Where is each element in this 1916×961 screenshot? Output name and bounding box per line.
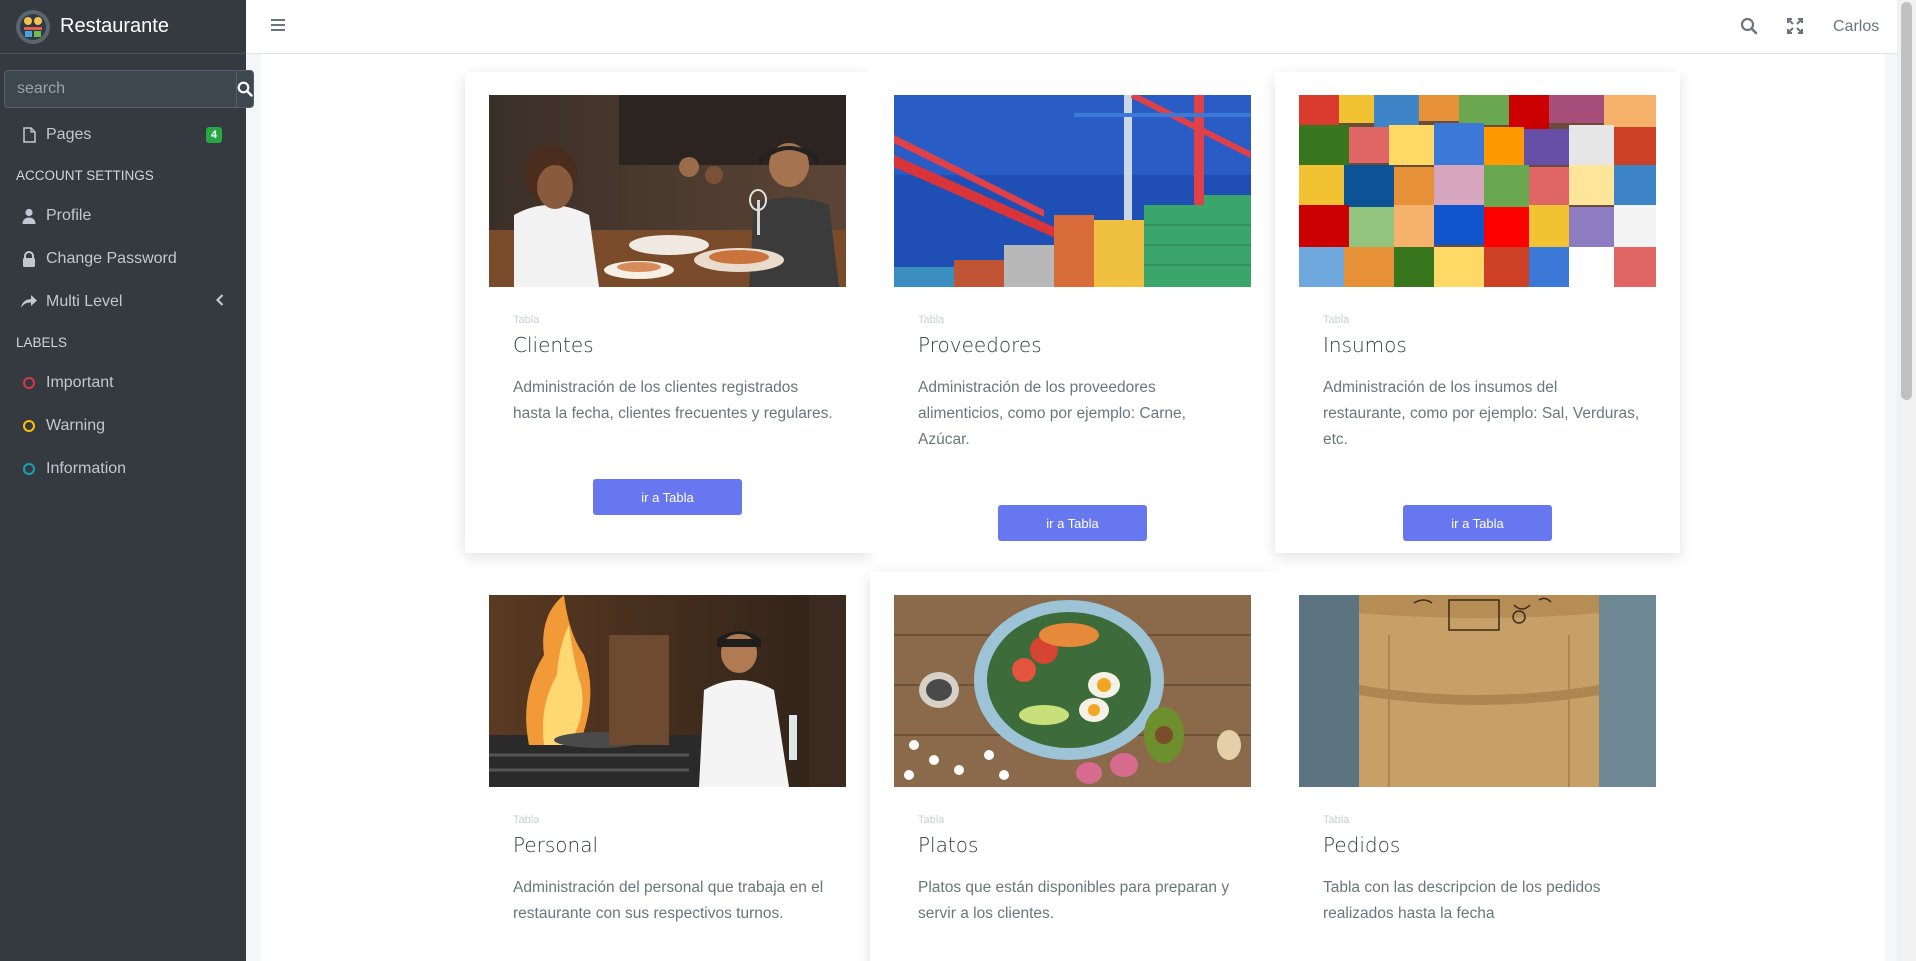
- navbar-search-button[interactable]: [1740, 17, 1758, 35]
- sidebar-search-button[interactable]: [236, 70, 254, 108]
- card-eyebrow: Tabla: [1323, 814, 1350, 826]
- account-settings-header: ACCOUNT SETTINGS: [16, 167, 154, 183]
- user-menu[interactable]: Carlos: [1833, 18, 1879, 36]
- card-pedidos: Tabla Pedidos Tabla con las descripcion …: [1275, 572, 1680, 961]
- card-image-dining: [489, 95, 846, 287]
- labels-header: LABELS: [16, 334, 68, 350]
- card-image-chef-kitchen: [489, 595, 846, 787]
- sidebar-item-warning[interactable]: Warning: [0, 404, 246, 447]
- circle-icon: [23, 462, 35, 475]
- card-description: Tabla con las descripcion de los pedidos…: [1323, 879, 1601, 922]
- card-description: Administración de los clientes registrad…: [513, 379, 833, 422]
- card-description: Platos que están disponibles para prepar…: [918, 879, 1230, 922]
- sidebar-item-information[interactable]: Information: [0, 447, 246, 490]
- card-eyebrow: Tabla: [918, 314, 945, 326]
- search-icon: [237, 81, 253, 97]
- scrollbar-thumb[interactable]: [1901, 2, 1912, 400]
- sidebar-item-label: Information: [46, 459, 127, 477]
- file-icon: [20, 126, 38, 143]
- card-personal: Tabla Personal Administración del person…: [465, 572, 870, 961]
- menu-toggle-button[interactable]: [270, 18, 286, 32]
- share-icon: [20, 294, 38, 309]
- card-image-paper-bag: [1299, 595, 1656, 787]
- brand-link[interactable]: Restaurante: [0, 0, 246, 54]
- card-eyebrow: Tabla: [918, 814, 945, 826]
- page-scrollbar[interactable]: [1897, 0, 1916, 961]
- card-clientes: Tabla Clientes Administración de los cli…: [465, 72, 870, 553]
- lock-icon: [20, 250, 38, 267]
- sidebar-item-change-password[interactable]: Change Password: [0, 237, 246, 280]
- sidebar-item-multi-level[interactable]: Multi Level: [0, 280, 246, 323]
- card-title: Platos: [918, 833, 979, 857]
- circle-icon: [23, 376, 35, 389]
- sidebar: Restaurante Pages 4 ACCOUNT SETTINGS Pro…: [0, 0, 254, 961]
- ir-a-tabla-button[interactable]: ir a Tabla: [998, 505, 1147, 541]
- expand-arrows-icon: [1787, 18, 1803, 34]
- sidebar-item-label: Change Password: [46, 249, 177, 267]
- card-platos: Tabla Platos Platos que están disponible…: [870, 572, 1275, 961]
- card-image-groceries: [1299, 95, 1656, 287]
- card-image-port-cranes: [894, 95, 1251, 287]
- card-description: Administración del personal que trabaja …: [513, 879, 824, 922]
- card-eyebrow: Tabla: [513, 314, 540, 326]
- card-image-salad-bowl: [894, 595, 1251, 787]
- sidebar-item-important[interactable]: Important: [0, 361, 246, 404]
- sidebar-item-pages[interactable]: Pages 4: [0, 113, 246, 156]
- user-icon: [20, 208, 38, 224]
- main-content: Tabla Clientes Administración de los cli…: [261, 54, 1885, 961]
- sidebar-item-label: Profile: [46, 206, 92, 224]
- top-navbar: Carlos: [246, 0, 1897, 54]
- ir-a-tabla-button[interactable]: ir a Tabla: [593, 479, 742, 515]
- sidebar-item-label: Important: [46, 373, 114, 391]
- card-eyebrow: Tabla: [513, 814, 540, 826]
- ir-a-tabla-button[interactable]: ir a Tabla: [1403, 505, 1552, 541]
- chevron-left-icon[interactable]: [216, 294, 224, 306]
- card-title: Proveedores: [918, 333, 1042, 357]
- circle-icon: [23, 419, 35, 432]
- card-title: Clientes: [513, 333, 594, 357]
- card-description: Administración de los insumos del restau…: [1323, 379, 1640, 448]
- sidebar-item-label: Multi Level: [46, 292, 123, 310]
- sidebar-search-input[interactable]: [4, 70, 236, 108]
- sidebar-item-profile[interactable]: Profile: [0, 194, 246, 237]
- hamburger-icon: [271, 19, 285, 31]
- card-eyebrow: Tabla: [1323, 314, 1350, 326]
- card-description: Administración de los proveedores alimen…: [918, 379, 1186, 448]
- card-title: Insumos: [1323, 333, 1407, 357]
- card-proveedores: Tabla Proveedores Administración de los …: [870, 72, 1275, 553]
- fullscreen-button[interactable]: [1786, 17, 1804, 35]
- card-title: Personal: [513, 833, 599, 857]
- card-title: Pedidos: [1323, 833, 1401, 857]
- card-insumos: Tabla Insumos Administración de los insu…: [1275, 72, 1680, 553]
- sidebar-item-label: Warning: [46, 416, 105, 434]
- pages-count-badge: 4: [206, 127, 222, 143]
- sidebar-item-label: Pages: [46, 125, 92, 143]
- search-icon: [1740, 17, 1758, 35]
- brand-logo-icon: [16, 9, 50, 44]
- sidebar-search: [4, 70, 254, 108]
- brand-name: Restaurante: [60, 15, 169, 37]
